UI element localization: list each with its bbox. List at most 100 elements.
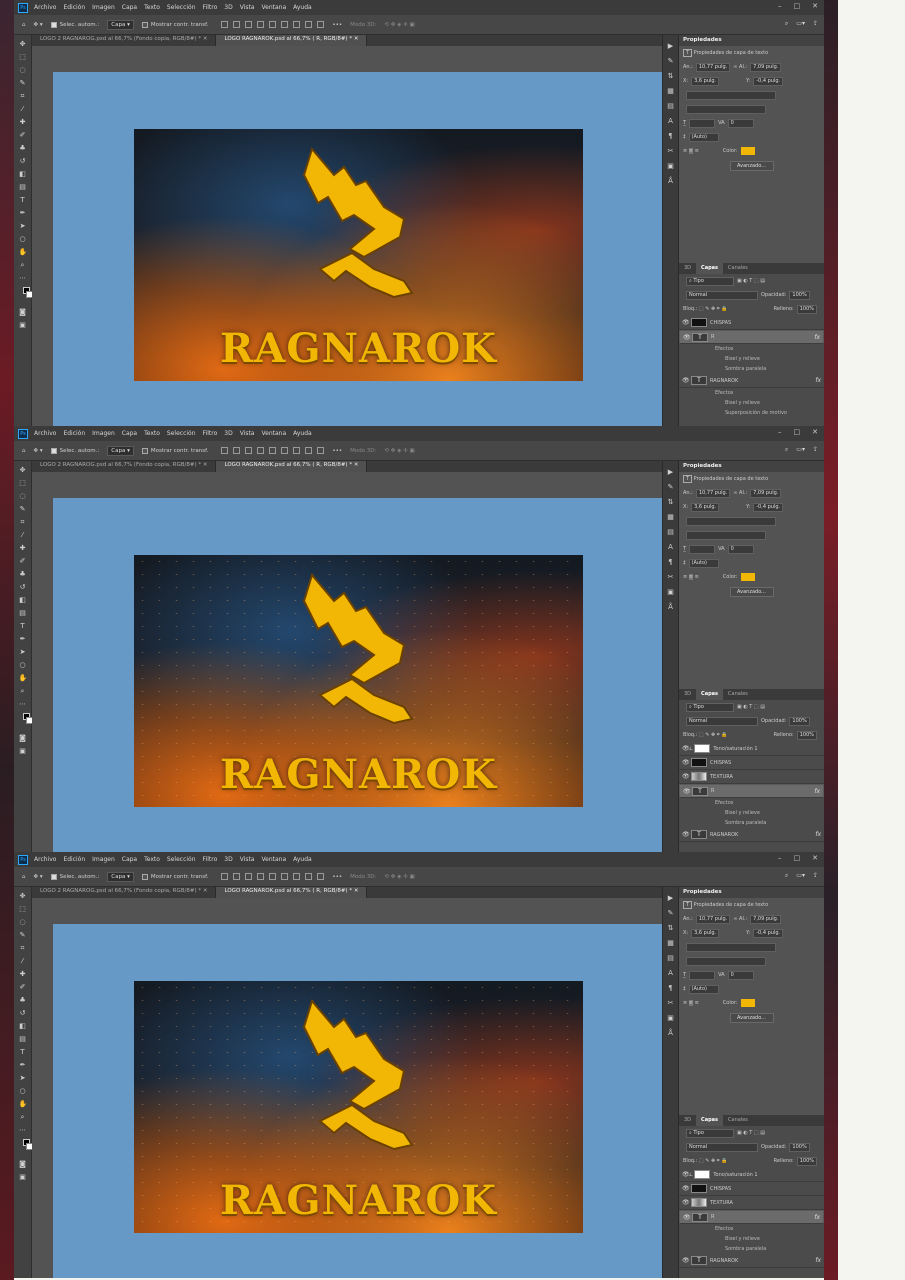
tab-3d[interactable]: 3D [679,689,696,700]
close-icon[interactable]: ✕ [812,428,818,436]
minimize-icon[interactable]: – [778,854,782,862]
tracking-field[interactable]: 0 [727,970,754,980]
eraser-tool-icon[interactable]: ◧ [19,596,27,604]
visibility-eye-icon[interactable]: 👁 [682,831,690,838]
paragraph-icon[interactable]: ¶ [667,984,675,992]
align-middle-icon[interactable] [269,21,277,28]
menu-capa[interactable]: Capa [122,430,137,437]
marquee-tool-icon[interactable]: ⬚ [19,905,27,913]
lasso-tool-icon[interactable]: ◌ [19,66,27,74]
layer-row-hue[interactable]: 👁 ⟂ Tono/saturación 1 [679,1168,824,1182]
history-icon[interactable]: ▶ [667,894,675,902]
menu-filtro[interactable]: Filtro [203,430,218,437]
menu-capa[interactable]: Capa [122,4,137,11]
quick-mask-icon[interactable]: ◙ [19,1160,27,1168]
align-center-text-icon[interactable]: ≡ [688,1000,693,1006]
eyedropper-tool-icon[interactable]: ⁄ [19,105,27,113]
color-swatches[interactable] [19,287,33,303]
fx-icon[interactable]: fx [814,334,820,341]
layer-row-chispas[interactable]: 👁 CHISPAS [679,1182,824,1196]
link-icon[interactable]: ∞ [733,916,737,922]
color-swatches[interactable] [19,713,33,729]
marquee-tool-icon[interactable]: ⬚ [19,53,27,61]
align-left-text-icon[interactable]: ≡ [683,148,687,154]
font-style-dropdown[interactable] [686,104,766,114]
auto-select-dropdown[interactable]: Capa ▾ [107,19,134,30]
artwork-image[interactable]: RAGNAROK [134,981,583,1233]
ellipse-tool-icon[interactable]: ○ [19,1087,27,1095]
visibility-eye-icon[interactable]: 👁 [682,759,690,766]
move-tool-icon[interactable]: ✥ [19,40,27,48]
fx-icon[interactable]: fx [815,831,821,838]
adjustments-icon[interactable]: ⇅ [667,924,675,932]
maximize-icon[interactable]: □ [794,428,801,436]
fill-field[interactable]: 100% [796,1156,817,1166]
tab-logo-2-ragnarog[interactable]: LOGO 2 RAGNAROG.psd al 66,7% (Fondo copi… [32,887,217,898]
align-right-text-icon[interactable]: ≡ [695,574,699,580]
align-left-icon[interactable] [221,873,229,880]
filter-icons[interactable]: ▣ ◐ T ⬚ ▤ [737,1130,765,1136]
visibility-eye-icon[interactable]: 👁 [682,1171,690,1178]
tools-options-icon[interactable]: ✂ [667,573,675,581]
visibility-eye-icon[interactable]: 👁 [682,1257,690,1264]
blend-mode-dropdown[interactable]: Normal [686,1142,758,1152]
width-field[interactable]: 10,77 pulg. [695,914,731,924]
layer-row-r[interactable]: 👁 T R fx [679,1210,824,1224]
minimize-icon[interactable]: – [778,428,782,436]
search-icon[interactable]: ⌕ [785,872,788,880]
close-tab-icon[interactable]: ✕ [354,36,359,42]
y-field[interactable]: -0,4 pulg. [753,502,784,512]
type-tool-icon[interactable]: T [19,196,27,204]
share-icon[interactable]: ⇪ [813,872,818,880]
tab-capas[interactable]: Capas [696,689,724,700]
align-bottom-icon[interactable] [281,447,289,454]
zoom-tool-icon[interactable]: ⌕ [19,687,27,695]
text-color-swatch[interactable] [741,573,756,581]
leading-field[interactable]: (Auto) [688,984,719,994]
layer-row-textura[interactable]: 👁 TEXTURA [679,770,824,784]
layer-row-r[interactable]: 👁 T R fx [679,784,824,798]
distribute-icon[interactable] [305,447,313,454]
auto-select-checkbox[interactable]: Selec. autom.: [50,21,99,28]
text-color-swatch[interactable] [741,999,756,1007]
workspace-icon[interactable]: ▭▾ [796,20,805,28]
3d-rotate-icon[interactable]: ⟲ ✥ ◈ ✢ ▣ [384,448,414,454]
paragraph-icon[interactable]: ¶ [667,132,675,140]
lock-icons[interactable]: ⬚ ✎ ✥ ⌗ 🔒 [699,1158,728,1164]
home-icon[interactable]: ⌂ [22,22,26,28]
menu-ventana[interactable]: Ventana [261,430,286,437]
layer-filter-dropdown[interactable]: ⌕ Tipo [686,702,734,712]
opacity-field[interactable]: 100% [789,716,810,726]
hand-tool-icon[interactable]: ✋ [19,248,28,256]
info-icon[interactable]: ▤ [667,954,675,962]
leading-field[interactable]: (Auto) [688,558,719,568]
brush-settings-icon[interactable]: ✎ [667,909,675,917]
move-tool-icon[interactable]: ✥ ▾ [34,448,43,454]
more-options-icon[interactable]: ••• [332,874,342,880]
height-field[interactable]: 7,09 pulg. [750,62,782,72]
more-tools-icon[interactable]: ⋯ [19,700,27,708]
advanced-button[interactable]: Avanzado... [729,1013,774,1023]
leading-field[interactable]: (Auto) [688,132,719,142]
tab-logo-ragnarok[interactable]: LOGO RAGNAROK.psd al 66,7% ( R, RGB/8#) … [216,461,368,472]
visibility-eye-icon[interactable]: 👁 [683,334,691,341]
visibility-eye-icon[interactable]: 👁 [682,745,690,752]
menu-imagen[interactable]: Imagen [92,4,115,11]
tab-logo-2-ragnarog[interactable]: LOGO 2 RAGNAROG.psd al 66,7% (Fondo copi… [32,35,217,46]
quick-mask-icon[interactable]: ◙ [19,734,27,742]
menu-edicion[interactable]: Edición [63,430,85,437]
distribute-icon[interactable] [305,873,313,880]
visibility-eye-icon[interactable]: 👁 [682,1199,690,1206]
search-icon[interactable]: ⌕ [785,20,788,28]
eyedropper-tool-icon[interactable]: ⁄ [19,531,27,539]
menu-ayuda[interactable]: Ayuda [293,4,312,11]
move-tool-icon[interactable]: ✥ [19,466,27,474]
zoom-tool-icon[interactable]: ⌕ [19,1113,27,1121]
tab-logo-2-ragnarog[interactable]: LOGO 2 RAGNAROG.psd al 66,7% (Fondo copi… [32,461,217,472]
home-icon[interactable]: ⌂ [22,874,26,880]
more-tools-icon[interactable]: ⋯ [19,1126,27,1134]
menu-seleccion[interactable]: Selección [167,430,196,437]
fx-icon[interactable]: fx [814,1214,820,1221]
auto-select-checkbox[interactable]: Selec. autom.: [50,873,99,880]
character-icon[interactable]: A [667,969,675,977]
